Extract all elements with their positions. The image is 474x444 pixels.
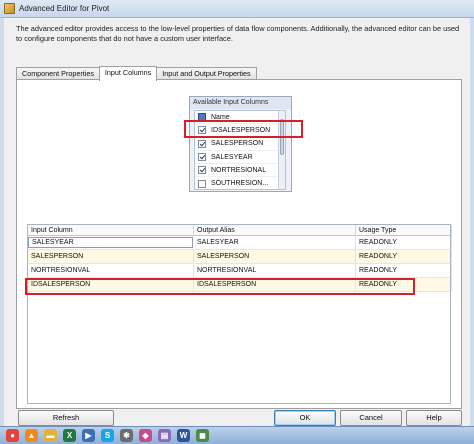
available-column-label: NORTRESIONAL bbox=[211, 166, 267, 174]
paint-icon[interactable]: ◆ bbox=[139, 429, 152, 442]
available-input-columns: Available Input Columns Name IDSALESPERS… bbox=[189, 96, 292, 192]
usage-type-cell[interactable]: READONLY bbox=[356, 264, 452, 277]
media-icon[interactable]: ▶ bbox=[82, 429, 95, 442]
checkbox-southresion[interactable] bbox=[198, 179, 206, 188]
available-columns-title: Available Input Columns bbox=[190, 97, 291, 109]
checkbox-idsalesperson[interactable] bbox=[198, 126, 206, 135]
input-column-cell[interactable]: SALESYEAR bbox=[28, 237, 193, 248]
available-column-label: SOUTHRESION... bbox=[211, 180, 269, 188]
available-column-label: IDSALESPERSON bbox=[211, 126, 271, 134]
usage-type-cell[interactable]: READONLY bbox=[356, 236, 452, 249]
available-column-label: SALESPERSON bbox=[211, 140, 264, 148]
vlc-icon[interactable]: ▲ bbox=[25, 429, 38, 442]
usage-type-header[interactable]: Usage Type bbox=[356, 225, 452, 236]
output-alias-cell[interactable]: IDSALESPERSON bbox=[194, 278, 356, 291]
select-all-checkbox[interactable] bbox=[198, 113, 206, 122]
available-columns-list: Name IDSALESPERSON SALESPERSON SALESYEAR… bbox=[194, 110, 286, 190]
folder-icon[interactable]: ▬ bbox=[44, 429, 57, 442]
available-column-nortresional[interactable]: NORTRESIONAL bbox=[195, 164, 285, 178]
available-columns-header: Name bbox=[195, 111, 285, 125]
input-column-cell[interactable]: NORTRESIONVAL bbox=[28, 264, 194, 277]
checkbox-nortresional[interactable] bbox=[198, 166, 206, 175]
tab-input-columns[interactable]: Input Columns bbox=[98, 66, 158, 81]
table-row[interactable]: IDSALESPERSON IDSALESPERSON READONLY bbox=[28, 278, 452, 292]
checkbox-salesperson[interactable] bbox=[198, 139, 206, 148]
table-row[interactable]: SALESYEAR SALESYEAR READONLY bbox=[28, 236, 452, 250]
chrome-icon[interactable]: ● bbox=[6, 429, 19, 442]
input-column-cell[interactable]: SALESPERSON bbox=[28, 250, 194, 263]
skype-icon[interactable]: S bbox=[101, 429, 114, 442]
notes-icon[interactable]: ▤ bbox=[158, 429, 171, 442]
input-column-header[interactable]: Input Column bbox=[28, 225, 194, 236]
window-app-icon bbox=[4, 3, 15, 14]
output-alias-header[interactable]: Output Alias bbox=[194, 225, 356, 236]
usage-type-cell[interactable]: READONLY bbox=[356, 278, 452, 291]
input-columns-panel: Available Input Columns Name IDSALESPERS… bbox=[16, 79, 462, 409]
window-title: Advanced Editor for Pivot bbox=[19, 4, 110, 13]
grid-header: Input Column Output Alias Usage Type bbox=[28, 225, 452, 236]
columns-grid: Input Column Output Alias Usage Type SAL… bbox=[27, 224, 452, 404]
available-column-idsalesperson[interactable]: IDSALESPERSON bbox=[195, 124, 285, 138]
word-icon[interactable]: W bbox=[177, 429, 190, 442]
ok-button[interactable]: OK bbox=[274, 410, 336, 426]
output-alias-cell[interactable]: NORTRESIONVAL bbox=[194, 264, 356, 277]
available-columns-scrollbar[interactable] bbox=[278, 111, 285, 189]
available-column-salesperson[interactable]: SALESPERSON bbox=[195, 138, 285, 151]
usage-type-cell[interactable]: READONLY bbox=[356, 250, 452, 263]
scrollbar-thumb[interactable] bbox=[280, 119, 284, 155]
table-row[interactable]: SALESPERSON SALESPERSON READONLY bbox=[28, 250, 452, 264]
tool-icon[interactable]: ✱ bbox=[120, 429, 133, 442]
output-alias-cell[interactable]: SALESYEAR bbox=[194, 236, 356, 249]
editor-description: The advanced editor provides access to t… bbox=[16, 24, 460, 43]
title-bar: Advanced Editor for Pivot bbox=[0, 0, 474, 18]
output-alias-cell[interactable]: SALESPERSON bbox=[194, 250, 356, 263]
name-column-header: Name bbox=[211, 113, 230, 121]
available-column-southresion[interactable]: SOUTHRESION... bbox=[195, 177, 285, 189]
tab-strip: Component Properties Input Columns Input… bbox=[16, 66, 257, 81]
cancel-button[interactable]: Cancel bbox=[340, 410, 402, 426]
taskbar: ● ▲ ▬ X ▶ S ✱ ◆ ▤ W ◼ bbox=[0, 426, 474, 444]
help-button[interactable]: Help bbox=[406, 410, 462, 426]
dialog-body: The advanced editor provides access to t… bbox=[0, 18, 474, 426]
table-row[interactable]: NORTRESIONVAL NORTRESIONVAL READONLY bbox=[28, 264, 452, 278]
available-column-label: SALESYEAR bbox=[211, 153, 253, 161]
input-column-cell[interactable]: IDSALESPERSON bbox=[28, 278, 194, 291]
app-icon[interactable]: ◼ bbox=[196, 429, 209, 442]
excel-icon[interactable]: X bbox=[63, 429, 76, 442]
checkbox-salesyear[interactable] bbox=[198, 153, 206, 162]
available-column-salesyear[interactable]: SALESYEAR bbox=[195, 151, 285, 165]
refresh-button[interactable]: Refresh bbox=[18, 410, 114, 426]
